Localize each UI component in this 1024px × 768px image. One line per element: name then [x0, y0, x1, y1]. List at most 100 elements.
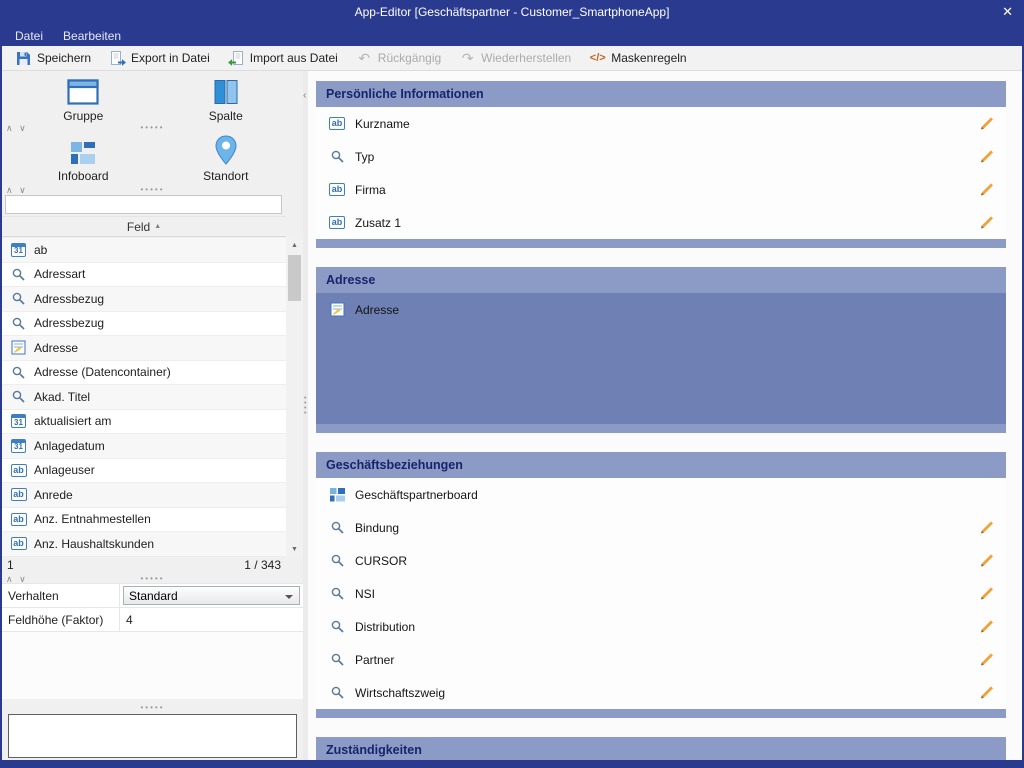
form-field-row[interactable]: Geschäftspartnerboard: [316, 478, 1006, 511]
date-icon: 31: [10, 414, 27, 428]
field-list-row[interactable]: Akad. Titel: [2, 385, 286, 410]
field-list-row[interactable]: Adresse (Datencontainer): [2, 361, 286, 386]
lookup-icon: [10, 390, 27, 403]
text-field-icon: ab: [10, 464, 27, 477]
form-field-row[interactable]: Adresse: [316, 293, 1006, 326]
palette-row1-up-down-arrows[interactable]: [6, 123, 28, 134]
form-field-row[interactable]: Wirtschaftszweig: [316, 676, 1006, 709]
list-status-bar: 1 1 / 343: [2, 558, 303, 575]
lookup-icon: [328, 150, 346, 163]
export-button[interactable]: Export in Datei: [100, 47, 219, 69]
property-dropdown[interactable]: Standard: [123, 586, 300, 605]
palette-item-infoboard[interactable]: Infoboard: [12, 133, 155, 193]
menu-item-bearbeiten[interactable]: Bearbeiten: [54, 27, 130, 45]
property-grid: Verhalten Standard Feldhöhe (Faktor) 4: [2, 583, 303, 699]
section-title: Adresse: [326, 273, 375, 287]
palette-row2-grip[interactable]: [140, 185, 164, 194]
section-header[interactable]: Zuständigkeiten: [316, 737, 1006, 760]
form-section-persönliche-informationen: Persönliche Informationen ab Kurzname Ty…: [316, 81, 1006, 248]
edit-pencil-icon[interactable]: [979, 684, 996, 701]
status-grip[interactable]: [140, 574, 164, 583]
section-body: Adresse: [316, 293, 1006, 424]
redo-icon: ↷: [459, 50, 476, 66]
section-footer: [316, 239, 1006, 248]
scroll-down-icon[interactable]: [286, 542, 303, 557]
lookup-icon: [10, 317, 27, 330]
field-list-row[interactable]: ab Anz. Entnahmestellen: [2, 508, 286, 533]
section-header[interactable]: Geschäftsbeziehungen: [316, 452, 1006, 478]
selected-count: 1: [7, 558, 14, 572]
edit-pencil-icon[interactable]: [979, 585, 996, 602]
form-field-row[interactable]: Typ: [316, 140, 1006, 173]
section-footer: [316, 709, 1006, 718]
description-textarea[interactable]: [8, 714, 297, 758]
export-icon: [109, 50, 126, 66]
form-field-row[interactable]: CURSOR: [316, 544, 1006, 577]
field-list-scrollbar[interactable]: [286, 238, 303, 557]
lookup-icon: [10, 292, 27, 305]
save-button[interactable]: Speichern: [6, 47, 100, 69]
field-list-row[interactable]: 31 aktualisiert am: [2, 410, 286, 435]
field-list-row[interactable]: ab Anrede: [2, 483, 286, 508]
field-list-row[interactable]: Adressbezug: [2, 312, 286, 337]
lookup-icon: [328, 587, 346, 600]
text-field-icon: ab: [10, 513, 27, 526]
menu-bar: DateiBearbeiten: [0, 25, 1024, 46]
property-value[interactable]: 4: [123, 613, 133, 627]
save-icon: [15, 50, 32, 66]
close-button[interactable]: ✕: [1002, 4, 1013, 20]
edit-pencil-icon[interactable]: [979, 148, 996, 165]
app-window: App-Editor [Geschäftspartner - Customer_…: [0, 0, 1024, 768]
edit-pencil-icon[interactable]: [979, 115, 996, 132]
form-field-row[interactable]: NSI: [316, 577, 1006, 610]
redo-button[interactable]: ↷ Wiederherstellen: [450, 47, 580, 69]
window-title: App-Editor [Geschäftspartner - Customer_…: [0, 5, 1024, 19]
form-field-row[interactable]: ab Zusatz 1: [316, 206, 1006, 239]
date-icon: 31: [10, 243, 27, 257]
field-list-row[interactable]: 31 ab: [2, 238, 286, 263]
section-title: Persönliche Informationen: [326, 87, 484, 101]
form-field-row[interactable]: ab Kurzname: [316, 107, 1006, 140]
scroll-up-icon[interactable]: [286, 238, 303, 253]
rules-icon: </>: [589, 50, 606, 66]
date-icon: 31: [10, 439, 27, 453]
lookup-icon: [328, 554, 346, 567]
field-list-row[interactable]: Adressbezug: [2, 287, 286, 312]
memo-grip[interactable]: [140, 703, 164, 712]
mask-rules-button[interactable]: </> Maskenregeln: [580, 47, 695, 69]
field-list-row[interactable]: Adresse: [2, 336, 286, 361]
address-icon: [10, 340, 27, 355]
field-search-input[interactable]: [5, 195, 282, 214]
field-list-row[interactable]: ab Anlageuser: [2, 459, 286, 484]
form-field-row[interactable]: Distribution: [316, 610, 1006, 643]
import-button[interactable]: Import aus Datei: [219, 47, 347, 69]
field-list-row[interactable]: 31 Anlagedatum: [2, 434, 286, 459]
infoboard-icon: [70, 141, 96, 165]
field-list-row[interactable]: ab Anz. Haushaltskunden: [2, 532, 286, 557]
feld-column-header[interactable]: Feld: [2, 216, 286, 237]
scrollbar-thumb[interactable]: [288, 255, 301, 301]
palette-item-gruppe[interactable]: Gruppe: [12, 73, 155, 133]
form-field-row[interactable]: ab Firma: [316, 173, 1006, 206]
edit-pencil-icon[interactable]: [979, 181, 996, 198]
property-row: Verhalten Standard: [2, 584, 303, 608]
palette-row1-grip[interactable]: [140, 123, 164, 132]
form-field-row[interactable]: Bindung: [316, 511, 1006, 544]
form-section-adresse: Adresse Adresse: [316, 267, 1006, 433]
menu-item-datei[interactable]: Datei: [6, 27, 52, 45]
field-list-row[interactable]: Adressart: [2, 263, 286, 288]
undo-button[interactable]: ↶ Rückgängig: [347, 47, 450, 69]
section-header[interactable]: Persönliche Informationen: [316, 81, 1006, 107]
form-field-row[interactable]: Partner: [316, 643, 1006, 676]
edit-pencil-icon[interactable]: [979, 651, 996, 668]
board-icon: [328, 488, 346, 502]
section-header[interactable]: Adresse: [316, 267, 1006, 293]
edit-pencil-icon[interactable]: [979, 214, 996, 231]
palette-item-spalte[interactable]: Spalte: [155, 73, 298, 133]
field-list: 31 ab Adressart Adressbezug Adressbezug …: [2, 238, 286, 557]
lookup-icon: [328, 686, 346, 699]
edit-pencil-icon[interactable]: [979, 552, 996, 569]
palette-item-standort[interactable]: Standort: [155, 133, 298, 193]
edit-pencil-icon[interactable]: [979, 519, 996, 536]
edit-pencil-icon[interactable]: [979, 618, 996, 635]
